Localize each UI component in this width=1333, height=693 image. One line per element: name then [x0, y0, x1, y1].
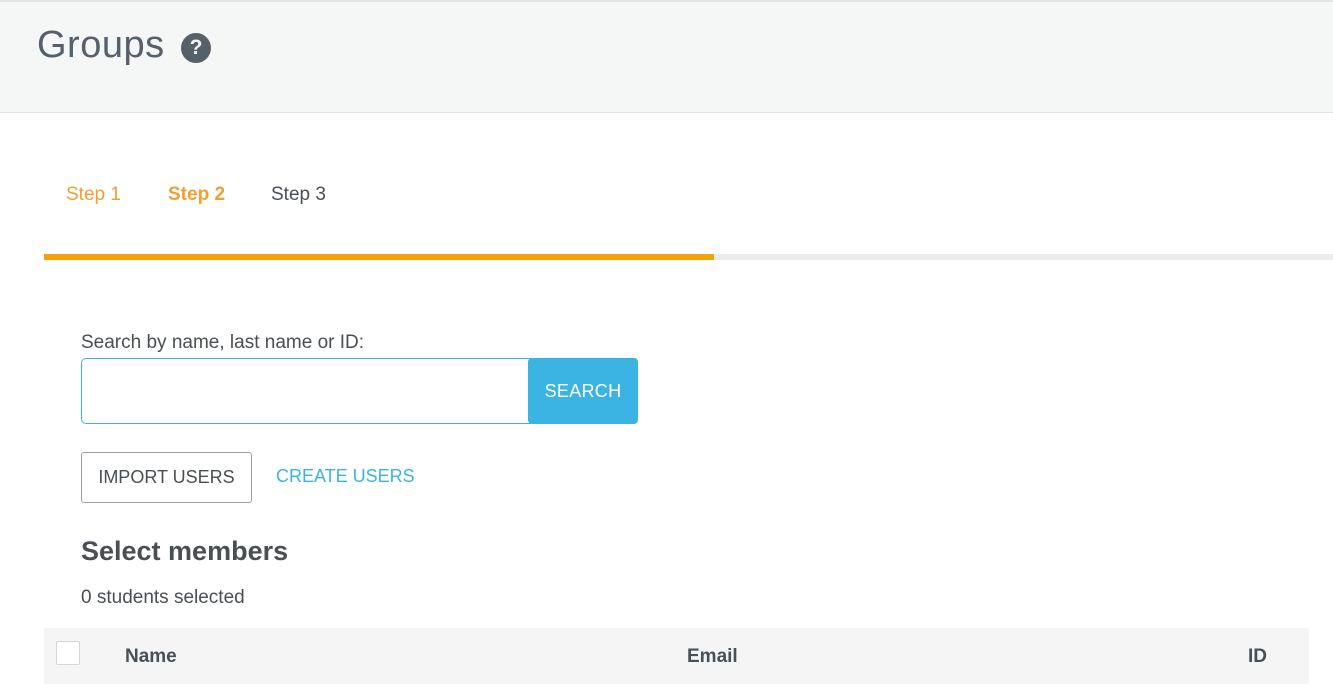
column-header-email[interactable]: Email	[687, 646, 738, 668]
selected-count: 0 students selected	[81, 587, 245, 608]
search-button[interactable]: SEARCH	[528, 358, 638, 424]
page-header: Groups ?	[0, 0, 1333, 113]
search-label: Search by name, last name or ID:	[81, 332, 365, 353]
create-users-link[interactable]: CREATE USERS	[276, 466, 415, 487]
select-members-heading: Select members	[81, 536, 289, 566]
select-all-checkbox[interactable]	[56, 641, 80, 665]
step-3-tab[interactable]: Step 3	[271, 184, 326, 206]
step-progress-bar	[44, 254, 1333, 260]
members-table-header: Name Email ID	[44, 628, 1309, 684]
page-title: Groups	[37, 24, 165, 66]
step-1-tab[interactable]: Step 1	[66, 184, 121, 206]
step-progress-fill	[44, 254, 715, 260]
help-icon[interactable]: ?	[181, 33, 211, 63]
import-users-button[interactable]: IMPORT USERS	[81, 452, 252, 503]
step-navigation: Step 1 Step 2 Step 3	[44, 180, 1333, 262]
search-input[interactable]	[81, 358, 531, 424]
column-header-name[interactable]: Name	[125, 646, 177, 668]
column-header-id[interactable]: ID	[1248, 646, 1267, 668]
step-2-tab[interactable]: Step 2	[168, 184, 225, 206]
